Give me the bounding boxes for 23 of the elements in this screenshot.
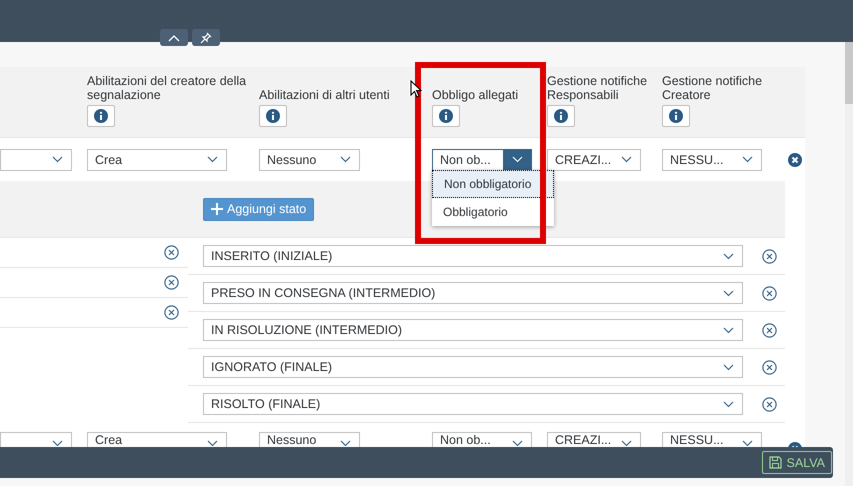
- column-header: Obbligo allegati: [432, 88, 520, 102]
- dropdown-field[interactable]: Crea: [87, 432, 227, 448]
- state-dropdown[interactable]: RISOLTO (FINALE): [203, 393, 743, 415]
- dropdown-field[interactable]: Crea: [87, 148, 227, 170]
- state-dropdown[interactable]: INSERITO (INIZIALE): [203, 245, 743, 267]
- dropdown-field[interactable]: Nessuno: [259, 432, 360, 448]
- dropdown-field[interactable]: NESSU...: [662, 432, 762, 448]
- dropdown-field[interactable]: CREAZI...: [547, 432, 641, 448]
- column-header: Abilitazioni di altri utenti: [259, 88, 391, 102]
- column-header: Gestione notifiche Creatore: [662, 74, 764, 102]
- column-header: Abilitazioni del creatore della segnalazione: [87, 74, 248, 102]
- column-header: Gestione notifiche Responsabili: [547, 74, 648, 102]
- dropdown-field[interactable]: NESSU...: [662, 148, 762, 170]
- dropdown-option[interactable]: Obbligatorio: [432, 198, 554, 226]
- state-dropdown[interactable]: IN RISOLUZIONE (INTERMEDIO): [203, 319, 743, 341]
- dropdown-field[interactable]: Non ob...: [432, 148, 532, 170]
- state-dropdown[interactable]: PRESO IN CONSEGNA (INTERMEDIO): [203, 282, 743, 304]
- dropdown-option[interactable]: Non obbligatorio: [432, 170, 554, 198]
- dropdown-field[interactable]: CREAZI...: [547, 148, 641, 170]
- save-button[interactable]: SALVA: [762, 451, 832, 474]
- dropdown-field[interactable]: Nessuno: [259, 148, 360, 170]
- state-dropdown[interactable]: IGNORATO (FINALE): [203, 356, 743, 378]
- dropdown-field[interactable]: Non ob...: [432, 432, 532, 448]
